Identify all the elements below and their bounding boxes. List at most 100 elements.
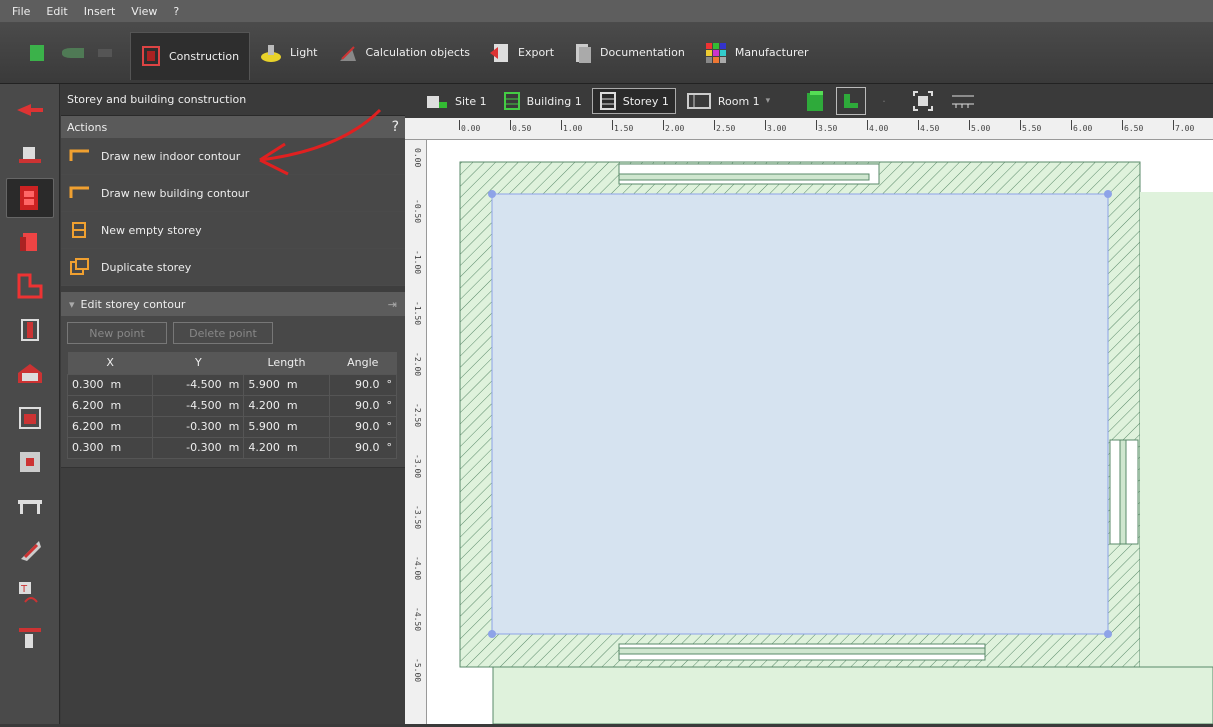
cell-x[interactable]: 0.300 m [66, 373, 154, 396]
tab-calculation-objects[interactable]: Calculation objects [328, 32, 481, 74]
cell-length[interactable]: 5.900 m [243, 415, 330, 438]
cell-y[interactable]: -0.300 m [152, 415, 245, 438]
object-tool-button[interactable] [6, 442, 54, 482]
tab-documentation[interactable]: Documentation [564, 32, 695, 74]
cell-y[interactable]: -4.500 m [152, 394, 245, 417]
wall-icon [20, 233, 37, 251]
cell-y[interactable]: -4.500 m [152, 373, 245, 396]
tab-documentation-label: Documentation [600, 46, 685, 59]
ruler-tick [612, 120, 613, 130]
save-icon[interactable] [30, 44, 44, 61]
cell-length[interactable]: 4.200 m [243, 436, 330, 459]
table-row[interactable]: 0.300 m -4.500 m 5.900 m 90.0 ° [66, 373, 398, 396]
column-tool-button[interactable] [6, 310, 54, 350]
ruler-tick [969, 120, 970, 130]
cell-angle[interactable]: 90.0 ° [328, 436, 398, 459]
delete-point-button[interactable]: Delete point [173, 322, 273, 344]
wall-tool-button[interactable] [6, 222, 54, 262]
cell-x[interactable]: 0.300 m [66, 436, 154, 459]
room-contour-tool-button[interactable] [6, 266, 54, 306]
actions-header-label: Actions [67, 120, 108, 134]
plan-view-button[interactable] [836, 87, 867, 115]
pin-icon[interactable]: ⇥ [388, 298, 397, 311]
site-tool-button[interactable] [6, 134, 54, 174]
room-breadcrumb[interactable]: Room 1 ▾ [680, 88, 776, 114]
contour-point[interactable] [1104, 190, 1112, 198]
cell-x[interactable]: 6.200 m [66, 415, 154, 438]
3d-view-icon[interactable] [804, 89, 826, 113]
duplicate-storey-button[interactable]: Duplicate storey [61, 249, 405, 286]
tab-calculation-objects-label: Calculation objects [365, 46, 471, 59]
table-row[interactable]: 6.200 m -0.300 m 5.900 m 90.0 ° [66, 415, 398, 438]
cell-length[interactable]: 4.200 m [243, 394, 330, 417]
duplicate-storey-label: Duplicate storey [101, 260, 192, 274]
storey-tool-button[interactable] [6, 178, 54, 218]
draw-building-contour-button[interactable]: Draw new building contour [61, 175, 405, 212]
column-y: Y [152, 352, 244, 374]
tab-construction[interactable]: Construction [130, 31, 251, 80]
tab-manufacturer[interactable]: Manufacturer [695, 32, 819, 74]
ruler-top-label: 5.00 [971, 124, 991, 133]
ruler-left-label: -3.50 [413, 505, 422, 530]
menu-insert[interactable]: Insert [84, 5, 116, 18]
cell-length[interactable]: 5.900 m [243, 373, 330, 396]
hatch-icon [21, 541, 41, 561]
tab-light[interactable]: Light [250, 32, 327, 74]
cell-angle[interactable]: 90.0 ° [328, 373, 398, 396]
svg-text:T: T [20, 584, 28, 595]
menu-view[interactable]: View [131, 5, 157, 18]
ruler-tick [1020, 120, 1021, 130]
tab-construction-label: Construction [169, 49, 240, 63]
ruler-top-label: 6.50 [1124, 124, 1144, 133]
table-row[interactable]: 0.300 m -0.300 m 4.200 m 90.0 ° [66, 436, 398, 459]
documentation-icon [576, 43, 592, 63]
edit-storey-contour-header[interactable]: ▾ Edit storey contour ⇥ [61, 292, 405, 316]
roof-tool-button[interactable] [6, 354, 54, 394]
ruler-top: 0.00 0.50 1.00 1.50 2.00 2.50 3.00 3.50 4.00 4.50… [405, 118, 1213, 140]
separator-icon: · [882, 94, 886, 108]
menu-edit[interactable]: Edit [46, 5, 67, 18]
ruler-tick [1122, 120, 1123, 130]
ruler-tick [510, 120, 511, 130]
undo-icon[interactable] [62, 47, 84, 58]
tab-export[interactable]: Export [480, 32, 564, 74]
contour-point[interactable] [1104, 630, 1112, 638]
insert-tool-button[interactable] [6, 618, 54, 658]
zoom-fit-icon[interactable] [912, 90, 934, 112]
contour-point[interactable] [488, 630, 496, 638]
cell-y[interactable]: -0.300 m [152, 436, 245, 459]
site-breadcrumb[interactable]: Site 1 [419, 88, 493, 114]
menu-file[interactable]: File [12, 5, 30, 18]
measure-icon[interactable] [950, 90, 976, 112]
redo-icon[interactable] [98, 48, 112, 57]
chevron-down-icon[interactable]: ▾ [766, 96, 771, 106]
hatch-tool-button[interactable] [6, 530, 54, 570]
room-contour-icon [17, 273, 43, 299]
building-breadcrumb[interactable]: Building 1 [497, 88, 588, 114]
cell-x[interactable]: 6.200 m [66, 394, 154, 417]
drawing-canvas[interactable] [427, 140, 1213, 725]
cell-angle[interactable]: 90.0 ° [328, 394, 398, 417]
table-row[interactable]: 6.200 m -4.500 m 4.200 m 90.0 ° [66, 394, 398, 417]
ruler-tick [561, 120, 562, 130]
new-point-button[interactable]: New point [67, 322, 167, 344]
ruler-top-label: 7.00 [1175, 124, 1195, 133]
new-storey-icon [72, 222, 86, 238]
column-icon [21, 319, 39, 341]
room-contour[interactable] [491, 193, 1109, 635]
floor-plan[interactable] [427, 140, 1213, 725]
menu-help[interactable]: ? [173, 5, 179, 18]
arrow-tool-button[interactable] [6, 90, 54, 130]
plan-view-icon [844, 94, 859, 108]
contour-point[interactable] [488, 190, 496, 198]
ruler-left: 0.00 -0.50 -1.00 -1.50 -2.00 -2.50 -3.00 -3.50 -… [405, 140, 427, 724]
cell-angle[interactable]: 90.0 ° [328, 415, 398, 438]
ruler-top-label: 3.00 [767, 124, 787, 133]
table-tool-button[interactable] [6, 486, 54, 526]
menu-bar: File Edit Insert View ? [0, 0, 1213, 22]
new-empty-storey-button[interactable]: New empty storey [61, 212, 405, 249]
window-tool-button[interactable] [6, 398, 54, 438]
roof-icon [18, 364, 42, 383]
text-tool-button[interactable]: T [6, 574, 54, 614]
storey-breadcrumb[interactable]: Storey 1 [591, 88, 676, 114]
